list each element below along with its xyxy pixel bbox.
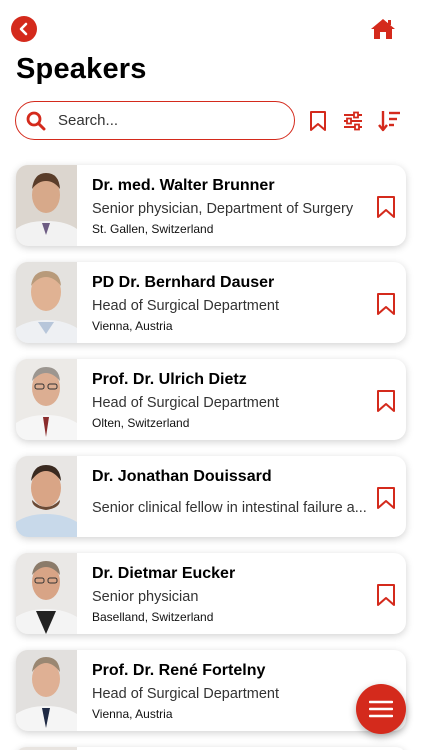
speaker-card[interactable]: Dr. Dietmar Eucker Senior physician Base… bbox=[16, 553, 406, 634]
search-bar[interactable] bbox=[15, 101, 295, 140]
filter-button[interactable] bbox=[341, 109, 365, 133]
menu-fab-button[interactable] bbox=[356, 684, 406, 734]
speaker-card[interactable]: Dr. med. Walter Brunner Senior physician… bbox=[16, 165, 406, 246]
speaker-location: Vienna, Austria bbox=[92, 319, 173, 333]
speaker-role: Head of Surgical Department bbox=[92, 298, 279, 314]
avatar bbox=[16, 262, 77, 343]
speaker-name: Prof. Dr. René Fortelny bbox=[92, 662, 266, 679]
home-icon bbox=[371, 19, 395, 39]
speaker-name: Dr. Jonathan Douissard bbox=[92, 468, 272, 485]
search-input[interactable] bbox=[58, 112, 278, 129]
speaker-location: Vienna, Austria bbox=[92, 707, 173, 721]
speaker-role: Head of Surgical Department bbox=[92, 395, 279, 411]
speaker-role: Head of Surgical Department bbox=[92, 686, 279, 702]
bookmark-icon[interactable] bbox=[376, 486, 396, 510]
avatar bbox=[16, 650, 77, 731]
bookmark-filter-button[interactable] bbox=[306, 109, 330, 133]
speaker-name: PD Dr. Bernhard Dauser bbox=[92, 274, 275, 291]
chevron-left-icon bbox=[19, 22, 28, 36]
speaker-location: Olten, Switzerland bbox=[92, 416, 190, 430]
sort-descending-icon bbox=[378, 111, 400, 132]
page-title: Speakers bbox=[16, 53, 147, 85]
speaker-name: Dr. med. Walter Brunner bbox=[92, 177, 275, 194]
search-icon bbox=[26, 111, 46, 130]
speaker-location: St. Gallen, Switzerland bbox=[92, 222, 214, 236]
avatar bbox=[16, 165, 77, 246]
top-bar bbox=[0, 0, 422, 56]
bookmark-icon[interactable] bbox=[376, 389, 396, 413]
speaker-role: Senior physician, Department of Surgery bbox=[92, 201, 354, 217]
speaker-name: Dr. Dietmar Eucker bbox=[92, 565, 236, 582]
speaker-location: Baselland, Switzerland bbox=[92, 610, 214, 624]
bookmark-icon[interactable] bbox=[376, 195, 396, 219]
sort-button[interactable] bbox=[377, 109, 401, 133]
speaker-role: Senior clinical fellow in intestinal fai… bbox=[92, 500, 367, 516]
bookmark-icon[interactable] bbox=[376, 292, 396, 316]
bookmark-icon[interactable] bbox=[376, 583, 396, 607]
speaker-name: Prof. Dr. Ulrich Dietz bbox=[92, 371, 247, 388]
back-button[interactable] bbox=[11, 16, 37, 42]
speaker-card[interactable]: Dr. Jonathan Douissard Senior clinical f… bbox=[16, 456, 406, 537]
speaker-role: Senior physician bbox=[92, 589, 199, 605]
speaker-card[interactable]: PD Dr. Bernhard Dauser Head of Surgical … bbox=[16, 262, 406, 343]
sliders-icon bbox=[344, 111, 362, 131]
home-button[interactable] bbox=[370, 17, 396, 41]
speaker-card[interactable]: Prof. Dr. Ulrich Dietz Head of Surgical … bbox=[16, 359, 406, 440]
avatar bbox=[16, 456, 77, 537]
menu-icon bbox=[369, 700, 393, 718]
speaker-card[interactable]: Prof. Dr. René Fortelny Head of Surgical… bbox=[16, 650, 406, 731]
avatar bbox=[16, 553, 77, 634]
bookmark-icon bbox=[310, 111, 326, 131]
avatar bbox=[16, 359, 77, 440]
